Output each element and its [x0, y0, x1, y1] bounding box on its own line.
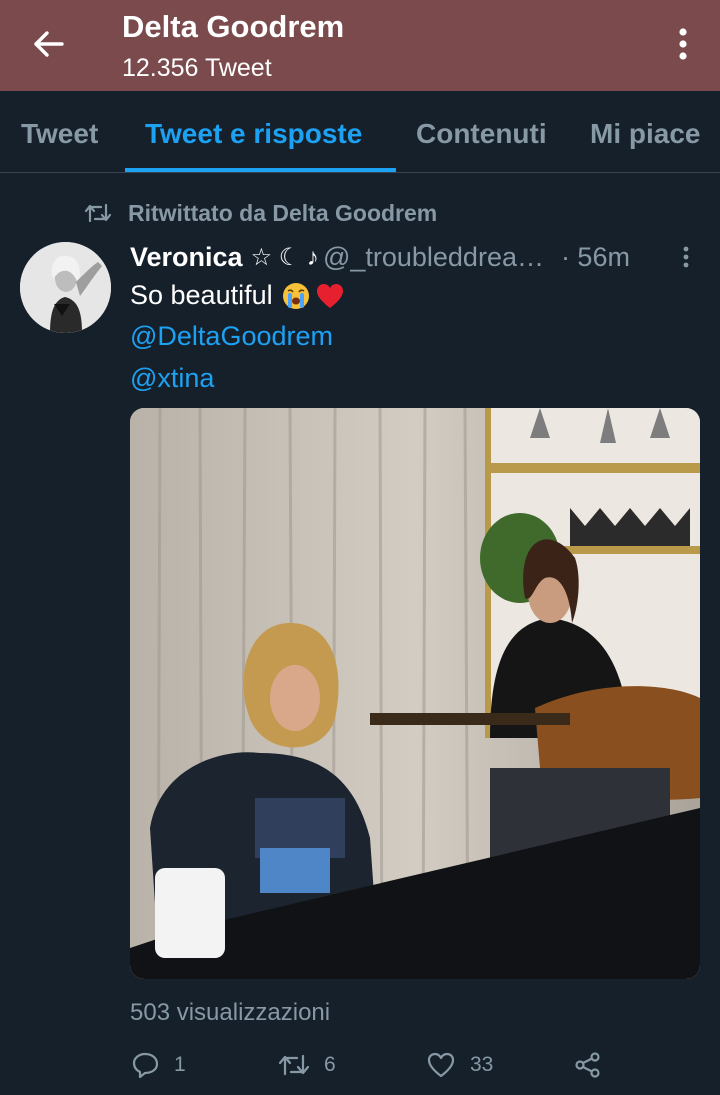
like-count: 33 — [470, 1053, 494, 1076]
tweet-text: So beautiful — [130, 280, 273, 310]
tweet-actions: 1 6 33 — [130, 1045, 700, 1085]
author-badges: ☆ ☾ ♪ — [250, 243, 319, 271]
avatar[interactable] — [20, 242, 111, 333]
retweet-count: 6 — [324, 1053, 336, 1076]
retweet-icon — [278, 1054, 310, 1076]
tweet-body: So beautiful — [130, 280, 345, 311]
share-button[interactable] — [574, 1045, 602, 1085]
retweet-button[interactable]: 6 — [278, 1045, 336, 1085]
red-heart-icon — [316, 283, 343, 308]
like-button[interactable]: 33 — [426, 1045, 493, 1085]
tab-tweet[interactable]: Tweet — [21, 118, 98, 150]
author-handle[interactable]: @_troubleddreamer — [323, 242, 545, 273]
tab-tweet-e-risposte[interactable]: Tweet e risposte — [145, 118, 362, 150]
author-name[interactable]: Veronica — [130, 242, 243, 273]
tweet-header: Veronica ☆ ☾ ♪ @_troubleddreamer · 56m — [130, 240, 700, 274]
mention-link[interactable]: @DeltaGoodrem — [130, 321, 333, 352]
share-icon — [575, 1052, 600, 1078]
heart-icon — [427, 1052, 455, 1078]
more-vertical-icon — [683, 246, 689, 268]
tab-mi-piace[interactable]: Mi piace — [590, 118, 700, 150]
avatar-image — [20, 242, 111, 333]
profile-tabs: Tweet Tweet e risposte Contenuti Mi piac… — [0, 91, 720, 173]
retweet-label: Ritwittato da Delta Goodrem — [128, 199, 438, 226]
tweet-count: 12.356 Tweet — [122, 54, 272, 82]
back-button[interactable] — [20, 22, 76, 66]
tweet-video[interactable] — [130, 408, 700, 979]
arrow-left-icon — [34, 31, 64, 57]
view-count: 503 visualizzazioni — [130, 999, 331, 1026]
loudly-crying-face-icon — [282, 282, 309, 309]
tweet-time[interactable]: · 56m — [561, 242, 630, 273]
more-options-button[interactable] — [668, 22, 698, 66]
app-bar: Delta Goodrem 12.356 Tweet — [0, 0, 720, 91]
retweet-icon — [84, 203, 112, 223]
mention-link[interactable]: @xtina — [130, 363, 214, 394]
active-tab-indicator — [125, 168, 396, 172]
video-thumbnail — [130, 408, 700, 979]
reply-button[interactable]: 1 — [132, 1045, 186, 1085]
reply-icon — [132, 1052, 159, 1079]
more-vertical-icon — [679, 28, 687, 60]
reply-count: 1 — [174, 1053, 186, 1076]
tweet-options-button[interactable] — [676, 244, 696, 270]
retweet-context[interactable]: Ritwittato da Delta Goodrem — [84, 198, 437, 228]
tab-contenuti[interactable]: Contenuti — [416, 118, 547, 150]
profile-title: Delta Goodrem — [122, 9, 345, 44]
